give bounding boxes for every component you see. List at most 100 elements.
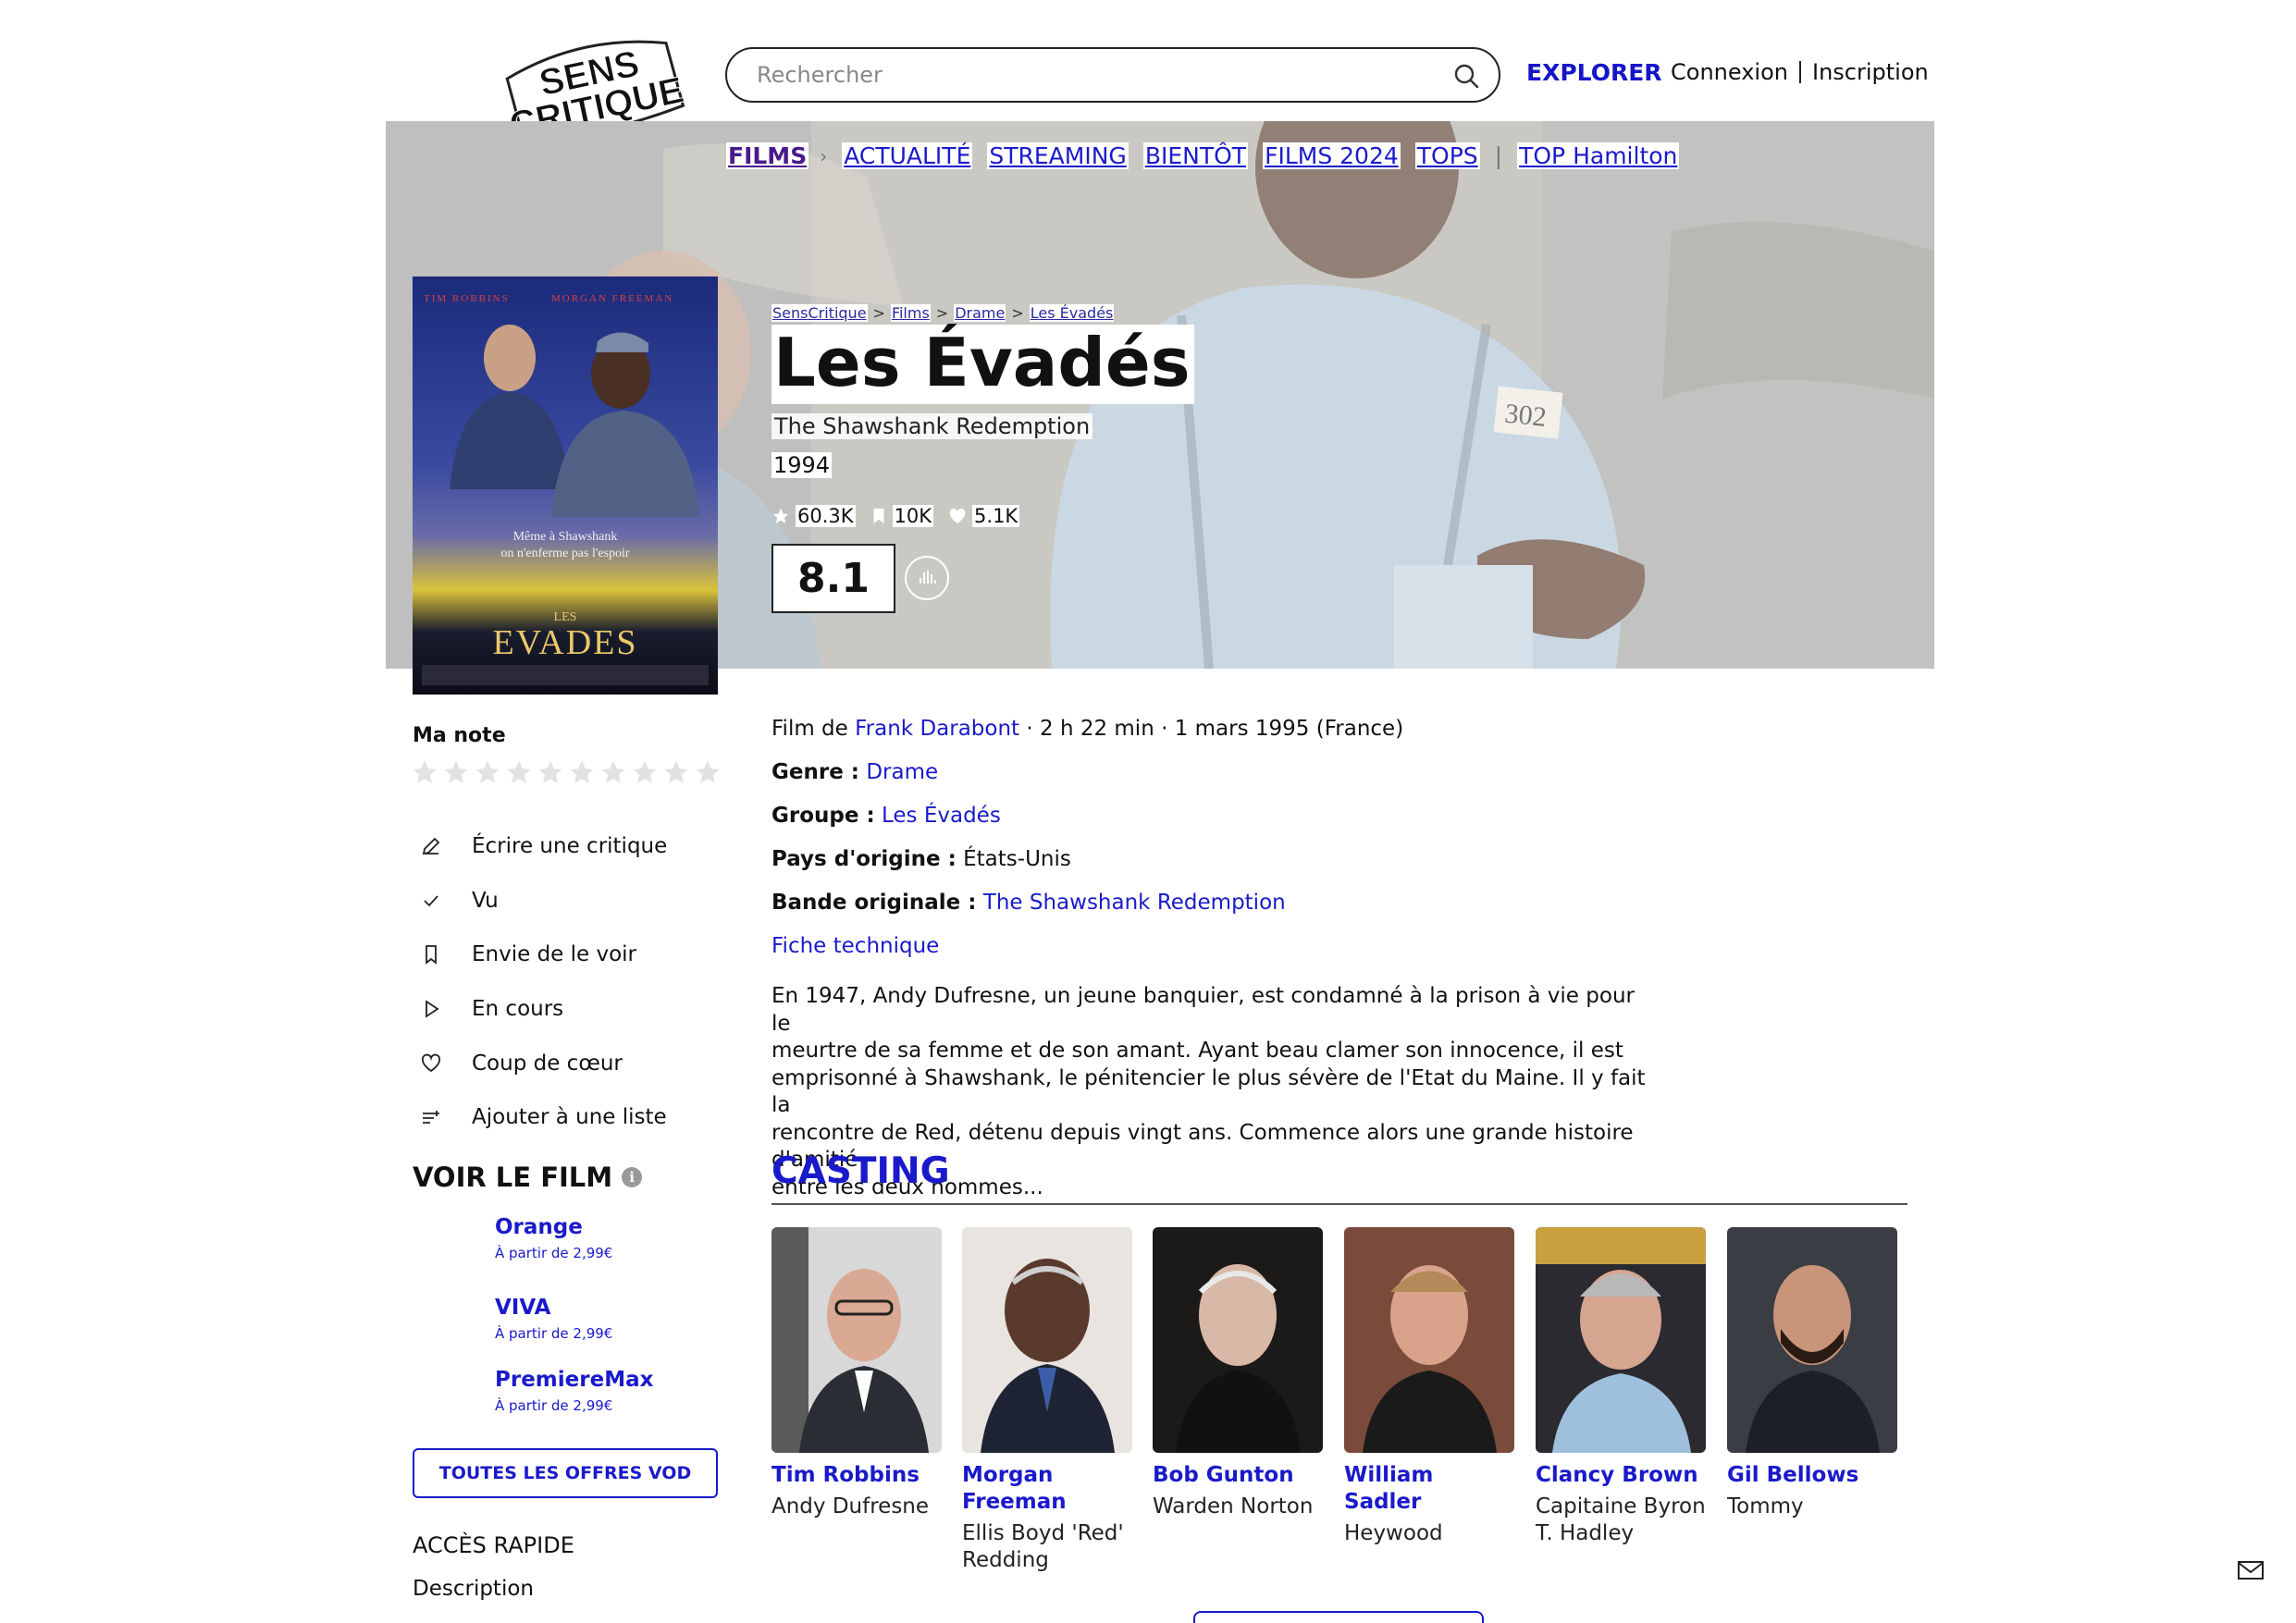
poster-title-small: LES — [554, 610, 577, 624]
action-label: Coup de cœur — [472, 1051, 623, 1076]
nav-films[interactable]: FILMS — [726, 142, 809, 169]
actor-photo — [1344, 1227, 1514, 1453]
bookmark-icon — [418, 941, 444, 967]
nav-tops[interactable]: TOPS — [1414, 142, 1480, 169]
poster-title-big: EVADES — [493, 623, 638, 662]
vod-offer-orange[interactable]: Orange À partir de 2,99€ — [495, 1215, 612, 1261]
character-line: Tommy — [1727, 1494, 1804, 1518]
star-icon[interactable] — [505, 758, 533, 786]
pencil-icon — [418, 833, 444, 859]
breadcrumb-current[interactable]: Les Évadés — [1029, 304, 1115, 322]
favorite-action[interactable]: Coup de cœur — [418, 1036, 667, 1090]
star-icon[interactable] — [411, 758, 438, 786]
genre-label: Genre : — [772, 760, 859, 784]
star-icon[interactable] — [599, 758, 627, 786]
cast-card[interactable]: Gil Bellows Tommy — [1727, 1227, 1897, 1520]
my-rating-label: Ma note — [413, 724, 506, 747]
nav-films-2024[interactable]: FILMS 2024 — [1263, 142, 1401, 169]
character-name: Andy Dufresne — [772, 1494, 942, 1520]
character-line: Andy Dufresne — [772, 1494, 930, 1518]
cast-card[interactable]: Clancy Brown Capitaine Byron T. Hadley — [1536, 1227, 1706, 1547]
actor-name: William Sadler — [1344, 1462, 1514, 1516]
cast-card[interactable]: William Sadler Heywood — [1344, 1227, 1514, 1547]
heart-icon — [418, 1051, 444, 1076]
login-link[interactable]: Connexion — [1671, 59, 1788, 85]
star-icon[interactable] — [474, 758, 501, 786]
rating-stars[interactable] — [411, 758, 722, 786]
see-full-cast-button[interactable] — [1193, 1611, 1484, 1623]
main-nav: FILMS › ACTUALITÉ STREAMING BIENTÔT FILM… — [726, 142, 1680, 169]
nav-top-hamilton[interactable]: TOP Hamilton — [1517, 142, 1680, 169]
fiche-technique-link[interactable]: Fiche technique — [772, 934, 939, 958]
group-link[interactable]: Les Évadés — [882, 804, 1001, 828]
country-label: Pays d'origine : — [772, 847, 957, 871]
actor-name: Tim Robbins — [772, 1462, 942, 1489]
character-line: Warden Norton — [1153, 1494, 1314, 1518]
watch-section-title: VOIR LE FILM i — [413, 1162, 643, 1193]
actor-photo — [962, 1227, 1132, 1453]
rating-distribution-button[interactable] — [905, 556, 949, 600]
character-name: Capitaine Byron T. Hadley — [1536, 1494, 1706, 1547]
actor-name-line: Tim Robbins — [772, 1463, 920, 1487]
character-name: Warden Norton — [1153, 1494, 1323, 1520]
group-label: Groupe : — [772, 804, 875, 828]
breadcrumb-senscritique[interactable]: SensCritique — [772, 304, 868, 322]
auth-separator — [1798, 61, 1801, 83]
movie-poster[interactable]: TIM ROBBINS MORGAN FREEMAN Même à Shawsh… — [413, 277, 718, 695]
cast-card[interactable]: Morgan Freeman Ellis Boyd 'Red' Redding — [962, 1227, 1132, 1574]
genre-link[interactable]: Drame — [866, 760, 938, 784]
character-name: Ellis Boyd 'Red' Redding — [962, 1520, 1132, 1574]
info-icon[interactable]: i — [622, 1167, 643, 1187]
star-icon[interactable] — [568, 758, 596, 786]
play-icon — [418, 996, 444, 1022]
nav-bientot[interactable]: BIENTÔT — [1142, 142, 1249, 169]
actor-name: Clancy Brown — [1536, 1462, 1706, 1489]
synopsis-line: En 1947, Andy Dufresne, un jeune banquie… — [772, 984, 1635, 1036]
actor-photo — [772, 1227, 942, 1453]
breadcrumb-films[interactable]: Films — [890, 304, 931, 322]
mail-icon[interactable] — [2237, 1559, 2265, 1581]
star-icon[interactable] — [662, 758, 690, 786]
wishlist-value: 10K — [892, 505, 934, 527]
bar-chart-icon — [920, 571, 936, 584]
star-icon[interactable] — [631, 758, 659, 786]
quick-access-title: ACCÈS RAPIDE — [413, 1532, 574, 1558]
nav-streaming[interactable]: STREAMING — [987, 142, 1129, 169]
heart-icon — [949, 508, 966, 524]
add-to-list-action[interactable]: Ajouter à une liste — [418, 1090, 667, 1145]
signup-link[interactable]: Inscription — [1812, 59, 1929, 85]
star-icon[interactable] — [694, 758, 722, 786]
breadcrumb: SensCritique > Films > Drame > Les Évadé… — [772, 304, 1115, 322]
cast-card[interactable]: Bob Gunton Warden Norton — [1153, 1227, 1323, 1520]
vod-offer-premieremax[interactable]: PremiereMax À partir de 2,99€ — [495, 1368, 653, 1414]
quick-access-description[interactable]: Description — [413, 1577, 534, 1601]
vod-offer-viva[interactable]: VIVA À partir de 2,99€ — [495, 1296, 612, 1342]
write-review-action[interactable]: Écrire une critique — [418, 819, 667, 874]
wishlist-count: 10K — [870, 505, 934, 527]
actor-name: Bob Gunton — [1153, 1462, 1323, 1489]
character-line: Redding — [962, 1548, 1049, 1572]
breadcrumb-drame[interactable]: Drame — [954, 304, 1006, 322]
search-icon[interactable] — [1452, 62, 1480, 90]
casting-title: CASTING — [772, 1150, 950, 1192]
seen-action[interactable]: Vu — [418, 874, 667, 928]
cast-card[interactable]: Tim Robbins Andy Dufresne — [772, 1227, 942, 1520]
explorer-link[interactable]: EXPLORER — [1526, 59, 1662, 86]
nav-actualite[interactable]: ACTUALITÉ — [842, 142, 973, 169]
country-value: États-Unis — [963, 847, 1071, 871]
nav-separator: | — [1494, 142, 1503, 169]
offer-price: À partir de 2,99€ — [495, 1325, 613, 1342]
wishlist-action[interactable]: Envie de le voir — [418, 928, 667, 982]
chevron-right-icon: › — [820, 144, 828, 167]
all-vod-offers-button[interactable]: TOUTES LES OFFRES VOD — [413, 1448, 718, 1498]
search-input[interactable]: Rechercher — [725, 47, 1500, 103]
actor-name: Morgan Freeman — [962, 1462, 1132, 1516]
star-icon[interactable] — [537, 758, 564, 786]
character-name: Tommy — [1727, 1494, 1897, 1520]
soundtrack-link[interactable]: The Shawshank Redemption — [983, 891, 1286, 915]
action-label: Ajouter à une liste — [472, 1105, 667, 1130]
release-year: 1994 — [772, 452, 833, 478]
in-progress-action[interactable]: En cours — [418, 982, 667, 1037]
director-link[interactable]: Frank Darabont — [855, 717, 1019, 741]
star-icon[interactable] — [442, 758, 470, 786]
